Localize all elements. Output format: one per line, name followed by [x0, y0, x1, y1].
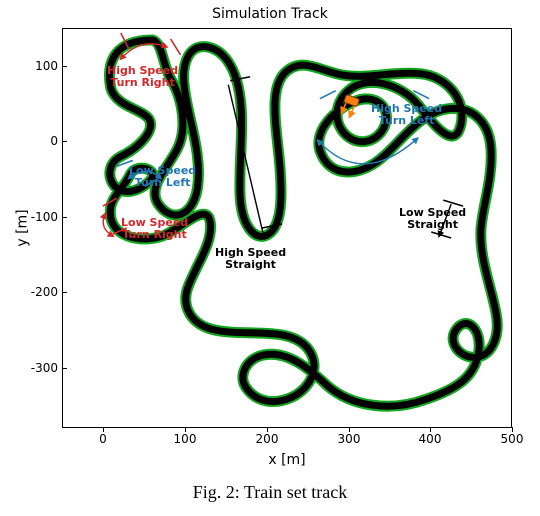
ann-low-speed-turn-right: Low Speed Turn Right — [121, 217, 188, 241]
figure-caption: Fig. 2: Train set track — [0, 482, 540, 503]
ann-high-speed-turn-left: High Speed Turn Left — [371, 103, 442, 127]
ann-low-speed-straight: Low Speed Straight — [399, 207, 466, 231]
ann-low-speed-turn-left: Low Speed Turn Left — [129, 165, 196, 189]
figure-container: Simulation Track y [m] — [0, 0, 540, 516]
plot-area: High Speed Turn Right Low Speed Turn Lef… — [62, 28, 512, 428]
x-axis-label: x [m] — [62, 452, 512, 468]
ann-high-speed-turn-right: High Speed Turn Right — [107, 65, 178, 89]
ann-high-speed-straight: High Speed Straight — [215, 247, 286, 271]
plot-title: Simulation Track — [0, 6, 540, 22]
